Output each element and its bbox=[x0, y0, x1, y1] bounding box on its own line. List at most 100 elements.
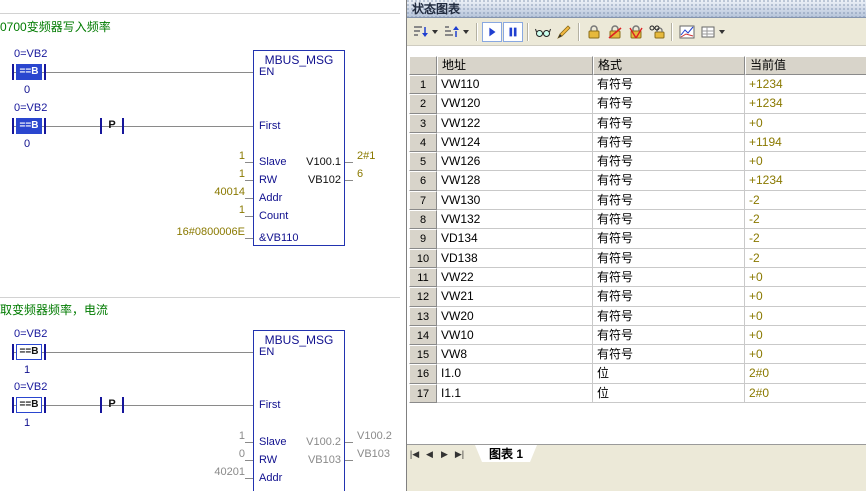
current-value-cell[interactable]: +0 bbox=[745, 268, 866, 287]
format-cell[interactable]: 有符号 bbox=[593, 249, 745, 268]
current-value-cell[interactable]: +0 bbox=[745, 287, 866, 306]
format-cell[interactable]: 有符号 bbox=[593, 268, 745, 287]
contact-operand[interactable]: 0=VB2 bbox=[14, 381, 47, 393]
address-cell[interactable]: VW120 bbox=[437, 94, 593, 113]
sort-descending-dropdown-icon[interactable] bbox=[463, 30, 469, 34]
network1-comment[interactable]: 0700变频器写入频率 bbox=[0, 18, 111, 35]
format-cell[interactable]: 有符号 bbox=[593, 229, 745, 248]
done-operand[interactable]: V100.1 bbox=[306, 156, 341, 168]
current-value-cell[interactable]: -2 bbox=[745, 249, 866, 268]
address-cell[interactable]: VW110 bbox=[437, 75, 593, 94]
row-number-cell[interactable]: 6 bbox=[409, 171, 437, 190]
format-cell[interactable]: 有符号 bbox=[593, 210, 745, 229]
input-value-slave[interactable]: 1 bbox=[239, 430, 245, 442]
row-number-cell[interactable]: 4 bbox=[409, 133, 437, 152]
chart-options-dropdown-icon[interactable] bbox=[719, 30, 725, 34]
network2-comment[interactable]: 取变频器频率，电流 bbox=[0, 301, 108, 318]
column-header-value[interactable]: 当前值 bbox=[745, 56, 866, 75]
current-value-cell[interactable]: 2#0 bbox=[745, 364, 866, 383]
address-cell[interactable]: I1.0 bbox=[437, 364, 593, 383]
current-value-cell[interactable]: -2 bbox=[745, 229, 866, 248]
row-number-cell[interactable]: 7 bbox=[409, 191, 437, 210]
sort-ascending-dropdown-icon[interactable] bbox=[432, 30, 438, 34]
contact-operand[interactable]: 0=VB2 bbox=[14, 48, 47, 60]
address-cell[interactable]: VW22 bbox=[437, 268, 593, 287]
positive-edge-contact[interactable]: P bbox=[100, 118, 124, 134]
done-operand[interactable]: V100.2 bbox=[306, 436, 341, 448]
error-operand[interactable]: VB103 bbox=[308, 454, 341, 466]
address-cell[interactable]: VW8 bbox=[437, 345, 593, 364]
row-number-cell[interactable]: 13 bbox=[409, 307, 437, 326]
address-cell[interactable]: VW21 bbox=[437, 287, 593, 306]
chart-status-on-button[interactable] bbox=[482, 22, 502, 42]
input-value-rw[interactable]: 0 bbox=[239, 448, 245, 460]
first-tab-button[interactable]: |◀ bbox=[407, 445, 422, 462]
positive-edge-contact[interactable]: P bbox=[100, 397, 124, 413]
input-value-dataptr[interactable]: 16#0800006E bbox=[176, 226, 245, 238]
input-value-count[interactable]: 1 bbox=[239, 204, 245, 216]
compare-contact[interactable]: ==B bbox=[12, 118, 46, 134]
format-cell[interactable]: 有符号 bbox=[593, 307, 745, 326]
format-cell[interactable]: 有符号 bbox=[593, 114, 745, 133]
address-cell[interactable]: VW20 bbox=[437, 307, 593, 326]
current-value-cell[interactable]: +0 bbox=[745, 307, 866, 326]
chart-status-pause-button[interactable] bbox=[503, 22, 523, 42]
column-header-format[interactable]: 格式 bbox=[593, 56, 745, 75]
sort-ascending-icon[interactable] bbox=[411, 22, 431, 42]
compare-contact[interactable]: ==B bbox=[12, 397, 46, 413]
chart-options-icon[interactable] bbox=[698, 22, 718, 42]
row-number-cell[interactable]: 12 bbox=[409, 287, 437, 306]
row-number-cell[interactable]: 14 bbox=[409, 326, 437, 345]
row-number-cell[interactable]: 5 bbox=[409, 152, 437, 171]
address-cell[interactable]: VD134 bbox=[437, 229, 593, 248]
format-cell[interactable]: 有符号 bbox=[593, 345, 745, 364]
format-cell[interactable]: 有符号 bbox=[593, 191, 745, 210]
corner-header-cell[interactable] bbox=[409, 56, 437, 75]
row-number-cell[interactable]: 17 bbox=[409, 384, 437, 403]
format-cell[interactable]: 位 bbox=[593, 384, 745, 403]
format-cell[interactable]: 有符号 bbox=[593, 75, 745, 94]
column-header-address[interactable]: 地址 bbox=[437, 56, 593, 75]
format-cell[interactable]: 位 bbox=[593, 364, 745, 383]
address-cell[interactable]: I1.1 bbox=[437, 384, 593, 403]
row-number-cell[interactable]: 1 bbox=[409, 75, 437, 94]
format-cell[interactable]: 有符号 bbox=[593, 326, 745, 345]
row-number-cell[interactable]: 11 bbox=[409, 268, 437, 287]
chart-tab-1[interactable]: 图表 1 bbox=[475, 445, 537, 462]
compare-contact[interactable]: ==B bbox=[12, 344, 46, 360]
address-cell[interactable]: VW124 bbox=[437, 133, 593, 152]
single-read-glasses-icon[interactable] bbox=[533, 22, 553, 42]
format-cell[interactable]: 有符号 bbox=[593, 171, 745, 190]
format-cell[interactable]: 有符号 bbox=[593, 94, 745, 113]
address-cell[interactable]: VW132 bbox=[437, 210, 593, 229]
row-number-cell[interactable]: 9 bbox=[409, 229, 437, 248]
sort-descending-icon[interactable] bbox=[442, 22, 462, 42]
write-all-pencil-icon[interactable] bbox=[554, 22, 574, 42]
row-number-cell[interactable]: 3 bbox=[409, 114, 437, 133]
address-cell[interactable]: VD138 bbox=[437, 249, 593, 268]
input-value-rw[interactable]: 1 bbox=[239, 168, 245, 180]
read-all-forced-icon[interactable] bbox=[647, 22, 667, 42]
format-cell[interactable]: 有符号 bbox=[593, 152, 745, 171]
current-value-cell[interactable]: +1234 bbox=[745, 75, 866, 94]
row-number-cell[interactable]: 8 bbox=[409, 210, 437, 229]
row-number-cell[interactable]: 10 bbox=[409, 249, 437, 268]
row-number-cell[interactable]: 15 bbox=[409, 345, 437, 364]
address-cell[interactable]: VW126 bbox=[437, 152, 593, 171]
current-value-cell[interactable]: -2 bbox=[745, 210, 866, 229]
input-value-addr[interactable]: 40014 bbox=[214, 186, 245, 198]
address-cell[interactable]: VW122 bbox=[437, 114, 593, 133]
last-tab-button[interactable]: ▶| bbox=[452, 445, 467, 462]
current-value-cell[interactable]: +0 bbox=[745, 326, 866, 345]
input-value-slave[interactable]: 1 bbox=[239, 150, 245, 162]
input-value-addr[interactable]: 40201 bbox=[214, 466, 245, 478]
address-cell[interactable]: VW130 bbox=[437, 191, 593, 210]
row-number-cell[interactable]: 2 bbox=[409, 94, 437, 113]
prev-tab-button[interactable]: ◀ bbox=[422, 445, 437, 462]
error-operand[interactable]: VB102 bbox=[308, 174, 341, 186]
contact-operand[interactable]: 0=VB2 bbox=[14, 102, 47, 114]
force-lock-icon[interactable] bbox=[584, 22, 604, 42]
format-cell[interactable]: 有符号 bbox=[593, 133, 745, 152]
current-value-cell[interactable]: +1194 bbox=[745, 133, 866, 152]
current-value-cell[interactable]: +0 bbox=[745, 345, 866, 364]
